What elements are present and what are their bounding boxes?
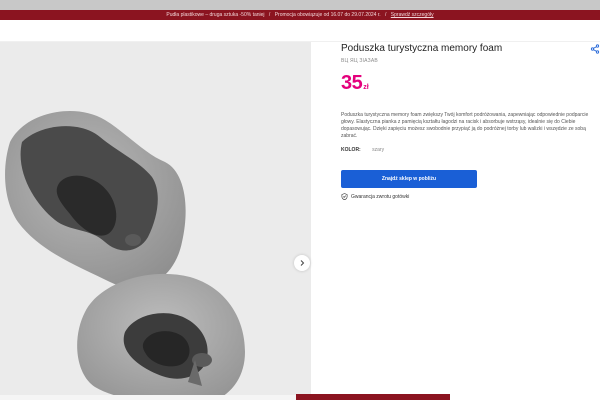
pillow-illustration bbox=[5, 111, 245, 395]
find-store-button[interactable]: Znajdź sklep w pobliżu bbox=[341, 170, 477, 188]
browser-top-bar bbox=[0, 0, 600, 10]
guarantee-info: Gwarancja zwrotu gotówki bbox=[341, 193, 409, 200]
promo-details-link[interactable]: Sprawdź szczegóły bbox=[391, 12, 434, 18]
share-icon[interactable] bbox=[590, 44, 600, 54]
promo-text-1: Pudła plastikowe – druga sztuka -50% tan… bbox=[166, 12, 265, 18]
color-value: szary bbox=[372, 147, 385, 153]
price-currency: zł bbox=[363, 84, 369, 91]
product-title: Poduszka turystyczna memory foam bbox=[341, 43, 503, 54]
bottom-accent-bar bbox=[296, 394, 450, 400]
chevron-right-icon bbox=[300, 260, 305, 266]
promo-separator: / bbox=[385, 12, 387, 18]
product-description: Poduszka turystyczna memory foam zwiększ… bbox=[341, 112, 589, 139]
color-row: KOLOR: szary bbox=[341, 147, 384, 153]
color-label: KOLOR: bbox=[341, 147, 361, 153]
gallery-next-button[interactable] bbox=[294, 255, 310, 271]
promo-separator: / bbox=[268, 12, 271, 18]
shield-check-icon bbox=[341, 193, 348, 200]
product-sku: ВЦ ЯЦ ЗІАЗАВ bbox=[341, 58, 378, 64]
price-amount: 35 bbox=[341, 72, 363, 94]
promo-banner: Pudła plastikowe – druga sztuka -50% tan… bbox=[0, 10, 600, 20]
bottom-strip bbox=[0, 395, 296, 400]
promo-text-2: Promocja obowiązuje od 16.07 do 29.07.20… bbox=[274, 12, 381, 18]
header-area bbox=[0, 20, 600, 42]
guarantee-text: Gwarancja zwrotu gotówki bbox=[351, 193, 410, 200]
product-price: 35zł bbox=[341, 72, 369, 95]
product-image bbox=[0, 42, 311, 395]
